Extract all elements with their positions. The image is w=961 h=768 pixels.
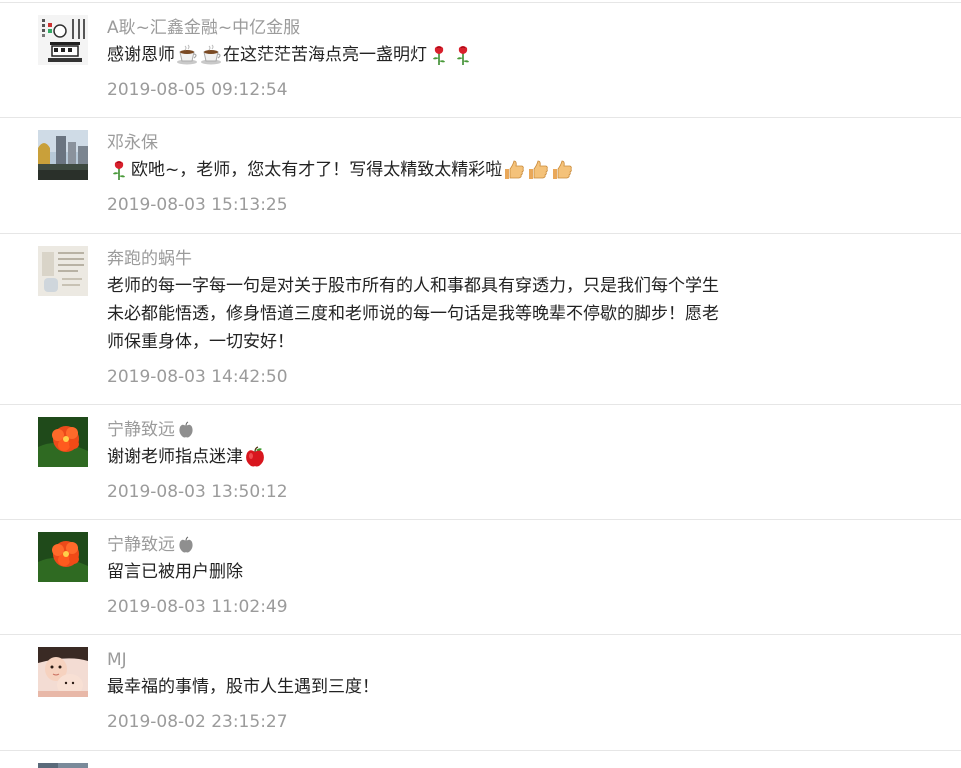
avatar[interactable] <box>38 417 88 467</box>
comment-item: 宁静致远 谢谢老师指点迷津 2019-08-03 13:50:12 <box>0 404 961 520</box>
comment-author-name: 宁静致远 <box>107 420 175 440</box>
comment-text-line: 老师的每一字每一句是对关于股市所有的人和事都具有穿透力，只是我们每个学生 <box>107 276 719 296</box>
comment-text: 感谢恩师 在这茫茫苦海点亮一盏明灯 <box>107 41 747 69</box>
flower-avatar-image <box>38 532 88 582</box>
apple-icon <box>177 421 195 439</box>
comment-content: 宁静致远 谢谢老师指点迷津 2019-08-03 13:50:12 <box>107 417 747 505</box>
comment-content: 奔跑的蜗牛 老师的每一字每一句是对关于股市所有的人和事都具有穿透力，只是我们每个… <box>107 246 747 390</box>
thumbs-up-icon <box>526 159 550 181</box>
comment-text: 留言已被用户删除 <box>107 558 747 586</box>
comment-text-part: 在这茫茫苦海点亮一盏明灯 <box>223 45 427 65</box>
comment-author[interactable]: 宁静致远 <box>107 532 747 558</box>
coffee-icon <box>175 44 199 66</box>
comment-text: 最幸福的事情，股市人生遇到三度！ <box>107 673 747 701</box>
comment-time: 2019-08-03 14:42:50 <box>107 367 288 387</box>
comment-item: 宁静致远 留言已被用户删除 2019-08-03 11:02:49 <box>0 519 961 635</box>
comment-author[interactable]: 宁静致远 <box>107 417 747 443</box>
avatar[interactable] <box>38 763 88 768</box>
baby-avatar-image <box>38 647 88 697</box>
avatar[interactable] <box>38 647 88 697</box>
rose-icon <box>427 44 451 66</box>
comment-text-line: 师保重身体，一切安好！ <box>107 332 294 352</box>
avatar[interactable] <box>38 130 88 180</box>
comment-text: 欧吔~，老师，您太有才了！写得太精致太精彩啦 <box>107 156 747 184</box>
avatar[interactable] <box>38 246 88 296</box>
comment-time: 2019-08-05 09:12:54 <box>107 80 288 100</box>
rose-icon <box>107 159 131 181</box>
flower-avatar-image <box>38 417 88 467</box>
next-avatar-image <box>38 763 88 768</box>
comment-item <box>0 750 961 768</box>
comment-item: 奔跑的蜗牛 老师的每一字每一句是对关于股市所有的人和事都具有穿透力，只是我们每个… <box>0 233 961 404</box>
rose-icon <box>451 44 475 66</box>
comment-author[interactable]: 奔跑的蜗牛 <box>107 246 747 272</box>
comment-text-part: 谢谢老师指点迷津 <box>107 447 243 467</box>
comment-text-part: 感谢恩师 <box>107 45 175 65</box>
comment-time: 2019-08-03 11:02:49 <box>107 597 288 617</box>
comment-text-part: 最幸福的事情，股市人生遇到三度！ <box>107 677 379 697</box>
comment-time: 2019-08-03 13:50:12 <box>107 482 288 502</box>
city-avatar-image <box>38 130 88 180</box>
comment-content: A耿~汇鑫金融~中亿金服 感谢恩师 在这茫茫苦海点亮一盏明灯 2019-08-0… <box>107 15 747 103</box>
comment-author-name: 宁静致远 <box>107 535 175 555</box>
comment-text-part: 留言已被用户删除 <box>107 562 243 582</box>
avatar[interactable] <box>38 15 88 65</box>
comment-item: 邓永保 欧吔~，老师，您太有才了！写得太精致太精彩啦 2019-08-03 15… <box>0 117 961 233</box>
comment-item: MJ 最幸福的事情，股市人生遇到三度！ 2019-08-02 23:15:27 <box>0 634 961 750</box>
comment-time: 2019-08-02 23:15:27 <box>107 712 288 732</box>
comment-item: A耿~汇鑫金融~中亿金服 感谢恩师 在这茫茫苦海点亮一盏明灯 2019-08-0… <box>0 2 961 117</box>
comment-content: MJ 最幸福的事情，股市人生遇到三度！ 2019-08-02 23:15:27 <box>107 647 747 735</box>
comment-text-line: 未必都能悟透，修身悟道三度和老师说的每一句话是我等晚辈不停歇的脚步！愿老 <box>107 304 719 324</box>
comment-author[interactable]: A耿~汇鑫金融~中亿金服 <box>107 15 747 41</box>
apple-icon <box>177 536 195 554</box>
comment-content: 宁静致远 留言已被用户删除 2019-08-03 11:02:49 <box>107 532 747 620</box>
coffee-icon <box>199 44 223 66</box>
thumbs-up-icon <box>550 159 574 181</box>
paper-avatar-image <box>38 246 88 296</box>
comment-author[interactable]: 邓永保 <box>107 130 747 156</box>
comment-author[interactable]: MJ <box>107 647 747 673</box>
red-apple-icon <box>243 446 267 468</box>
avatar[interactable] <box>38 532 88 582</box>
comment-text-part: 欧吔~，老师，您太有才了！写得太精致太精彩啦 <box>131 160 503 180</box>
comment-text: 老师的每一字每一句是对关于股市所有的人和事都具有穿透力，只是我们每个学生 未必都… <box>107 272 747 356</box>
comment-text: 谢谢老师指点迷津 <box>107 443 747 471</box>
comment-time: 2019-08-03 15:13:25 <box>107 195 288 215</box>
comment-content: 邓永保 欧吔~，老师，您太有才了！写得太精致太精彩啦 2019-08-03 15… <box>107 130 747 218</box>
thumbs-up-icon <box>502 159 526 181</box>
building-avatar-image <box>38 15 88 65</box>
